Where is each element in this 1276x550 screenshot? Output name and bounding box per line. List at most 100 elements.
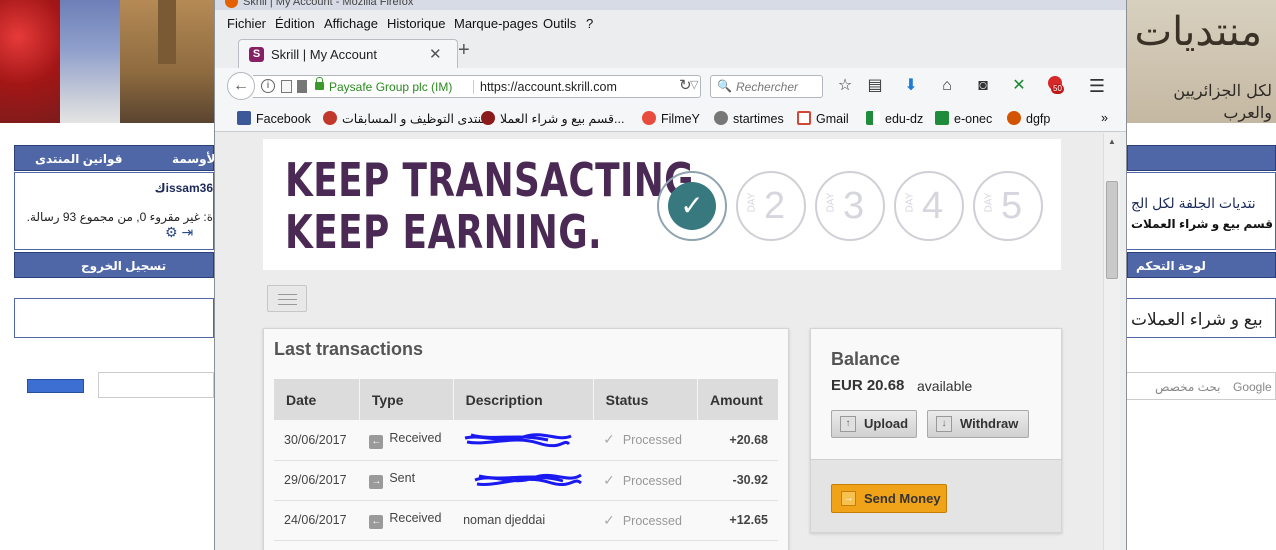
new-tab-icon[interactable]: + [458, 39, 470, 62]
forum-right-heading-box: بيع و شراء العملات [1127, 298, 1276, 338]
tx-status-cell: ✓ Processed [593, 420, 698, 461]
page-scrollbar[interactable]: ▲ [1103, 133, 1120, 550]
tx-amount: -30.92 [697, 460, 778, 501]
bookmarks-overflow-icon[interactable]: » [1101, 111, 1108, 125]
bookmark-star-icon[interactable]: ☆ [835, 76, 855, 96]
username-link[interactable]: issam36 [166, 181, 213, 195]
check-icon [935, 111, 949, 125]
welcome-user: issam36ك [154, 181, 213, 195]
play-icon [642, 111, 656, 125]
bookmarks-list-icon[interactable]: ▤ [865, 76, 885, 96]
transactions-table: Date Type Description Status Amount 30/0… [274, 379, 778, 541]
tx-type-cell: ← Received [359, 420, 454, 461]
forum-rules-link[interactable]: قوانين المنتدى [35, 152, 122, 166]
menu-outils[interactable]: Outils [543, 16, 576, 31]
bookmark-edu-dz[interactable]: edu-dz [866, 111, 923, 126]
column-amount[interactable]: Amount [697, 379, 778, 420]
banner-dome-image [0, 0, 60, 123]
received-arrow-icon: ← [369, 515, 384, 529]
menu-hamburger-icon[interactable]: ☰ [1087, 76, 1107, 96]
window-titlebar: Skrill | My Account - Mozilla Firefox [215, 0, 1126, 10]
bookmark-filmey[interactable]: FilmeY [642, 111, 700, 126]
upload-button[interactable]: ↑ Upload [831, 410, 917, 438]
column-date[interactable]: Date [274, 379, 360, 420]
menu-historique[interactable]: Historique [387, 16, 446, 31]
extension-badge-icon[interactable]: 50 [1045, 76, 1065, 96]
page-menu-toggle[interactable] [267, 285, 307, 312]
promo-line-1: KEEP TRANSACTING. [285, 153, 709, 207]
table-row[interactable]: 30/06/2017 ← Received ✓ Processed +20.68 [274, 420, 778, 461]
forum-right-title[interactable]: نتديات الجلفة لكل الج [1131, 195, 1256, 212]
forum-nav-bar-right [1127, 145, 1276, 171]
menu-affichage[interactable]: Affichage [324, 16, 378, 31]
forum-right-subtitle[interactable]: قسم بيع و شراء العملات [1131, 217, 1273, 231]
menu-fichier[interactable]: Fichier [227, 16, 266, 31]
forum-nav-bar: قوانين المنتدى الأوسمة [14, 145, 220, 171]
back-button[interactable]: ← [227, 72, 255, 100]
logout-bar[interactable]: تسجيل الخروج [14, 252, 214, 278]
withdraw-button[interactable]: ↓ Withdraw [927, 410, 1029, 438]
column-status[interactable]: Status [593, 379, 698, 420]
bookmark-currency-forum[interactable]: قسم بيع و شراء العملا... [481, 111, 624, 126]
tx-date: 30/06/2017 [274, 420, 360, 461]
promo-banner[interactable]: KEEP TRANSACTING. KEEP EARNING. ✓ DAY 2 D… [263, 139, 1061, 270]
send-arrow-icon: → [841, 491, 856, 506]
tx-type-cell: ← Received [359, 500, 454, 541]
tx-type: Received [389, 430, 442, 445]
column-description[interactable]: Description [453, 379, 594, 420]
gmail-icon [797, 111, 811, 125]
control-panel-bar[interactable]: لوحة التحكم [1127, 252, 1276, 278]
logout-link[interactable]: تسجيل الخروج [81, 259, 166, 273]
skrill-favicon-icon: S [249, 47, 264, 62]
logout-icon[interactable]: ⇥ ⚙ [165, 224, 193, 241]
tab-skrill-account[interactable]: S Skrill | My Account ✕ [238, 39, 458, 69]
scrollbar-thumb[interactable] [1106, 181, 1118, 279]
tx-status-cell: ✓ Processed [593, 460, 698, 501]
last-transactions-card: Last transactions Date Type Description … [263, 328, 789, 550]
google-search-box[interactable]: بحث مخصص Google [1127, 372, 1276, 400]
pocket-icon[interactable]: ◙ [973, 76, 993, 96]
url-text[interactable]: https://account.skrill.com [480, 80, 617, 94]
send-money-button[interactable]: → Send Money [831, 484, 947, 513]
downloads-icon[interactable]: ⬇ [901, 76, 921, 96]
tab-bar: S Skrill | My Account ✕ + [215, 34, 1126, 69]
tx-amount: +20.68 [697, 420, 778, 461]
reload-icon[interactable]: ↻ [679, 76, 692, 94]
day-3-badge: DAY 3 [815, 171, 885, 241]
scroll-up-icon[interactable]: ▲ [1108, 137, 1116, 146]
menu-edition[interactable]: Édition [275, 16, 315, 31]
bookmark-startimes[interactable]: startimes [714, 111, 784, 126]
forum-go-button[interactable] [27, 379, 84, 393]
page-icon [281, 80, 292, 93]
bookmark-gmail[interactable]: Gmail [797, 111, 849, 126]
tx-amount: +12.65 [697, 500, 778, 541]
bookmark-e-onec[interactable]: e-onec [935, 111, 992, 126]
medals-link[interactable]: الأوسمة [172, 152, 220, 166]
withdraw-arrow-icon: ↓ [936, 416, 952, 432]
balance-amount: EUR 20.68 [831, 377, 905, 394]
control-panel-link[interactable]: لوحة التحكم [1136, 259, 1206, 273]
menu-marque-pages[interactable]: Marque-pages [454, 16, 538, 31]
url-bar[interactable]: i Paysafe Group plc (IM) https://account… [253, 75, 701, 98]
home-icon[interactable]: ⌂ [937, 76, 957, 96]
tab-close-icon[interactable]: ✕ [429, 45, 442, 63]
forum-right-heading: بيع و شراء العملات [1131, 310, 1263, 329]
processed-check-icon: ✓ [603, 511, 615, 528]
bookmark-facebook[interactable]: Facebook [237, 111, 311, 126]
extension-x-icon[interactable]: ✕ [1009, 76, 1029, 96]
table-row[interactable]: 29/06/2017 → Sent ✓ Processed -30.92 [274, 460, 778, 501]
forum-search-field[interactable] [98, 372, 214, 398]
bookmark-dgfp[interactable]: dgfp [1007, 111, 1050, 126]
table-row[interactable]: 24/06/2017 ← Received noman djeddai ✓ Proc… [274, 500, 778, 541]
column-type[interactable]: Type [359, 379, 454, 420]
bookmark-jobs-forum[interactable]: منتدى التوظيف و المسابقات [323, 111, 488, 126]
globe-icon [714, 111, 728, 125]
redaction-scribble [474, 473, 583, 487]
certificate-organization: Paysafe Group plc (IM) [329, 80, 453, 94]
search-box[interactable]: 🔍 Rechercher [710, 75, 823, 98]
menu-bar: Fichier Édition Affichage Historique Mar… [215, 12, 1126, 34]
menu-help[interactable]: ? [586, 16, 593, 31]
site-info-icon[interactable]: i [261, 79, 275, 93]
banner-minaret-image [120, 0, 215, 123]
upload-arrow-icon: ↑ [840, 416, 856, 432]
